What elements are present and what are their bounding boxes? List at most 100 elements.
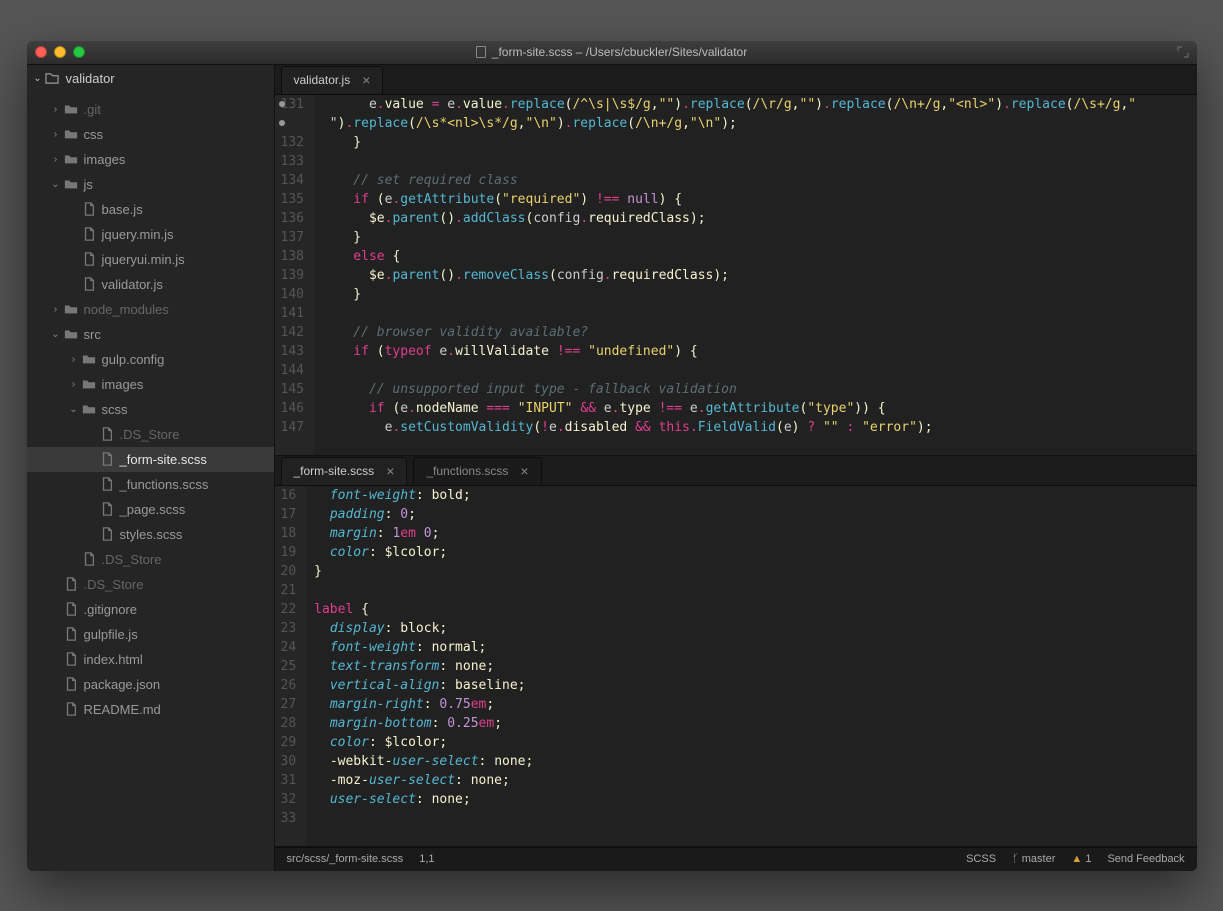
close-icon[interactable]: ×: [520, 463, 528, 479]
code-line[interactable]: [322, 361, 1197, 380]
status-cursor-position[interactable]: 1,1: [419, 853, 434, 865]
code-line[interactable]: margin-bottom: 0.25em;: [314, 714, 1196, 733]
code-line[interactable]: e.setCustomValidity(!e.disabled && this.…: [322, 418, 1197, 437]
code-line[interactable]: [314, 809, 1196, 828]
code-line[interactable]: vertical-align: baseline;: [314, 676, 1196, 695]
zoom-window-button[interactable]: [73, 46, 85, 58]
tree-file[interactable]: _page.scss: [27, 497, 274, 522]
code-line[interactable]: display: block;: [314, 619, 1196, 638]
tree-folder[interactable]: ⌄src: [27, 322, 274, 347]
project-root[interactable]: ⌄ validator: [27, 65, 274, 93]
folder-icon: [63, 302, 79, 316]
tree-file[interactable]: package.json: [27, 672, 274, 697]
status-warnings[interactable]: ▲ 1: [1071, 853, 1091, 865]
tab-bar[interactable]: _form-site.scss× _functions.scss ×: [275, 456, 1197, 486]
code-line[interactable]: else {: [322, 247, 1197, 266]
line-number: 28: [281, 714, 297, 733]
code-line[interactable]: -webkit-user-select: none;: [314, 752, 1196, 771]
code-line[interactable]: font-weight: normal;: [314, 638, 1196, 657]
code-line[interactable]: label {: [314, 600, 1196, 619]
tree-file[interactable]: .DS_Store: [27, 422, 274, 447]
tree-file[interactable]: gulpfile.js: [27, 622, 274, 647]
editor-pane-top: validator.js × 131 1321331341351361371381…: [275, 65, 1197, 456]
chevron-down-icon: ⌄: [67, 404, 81, 415]
tab-label: validator.js: [294, 73, 351, 87]
tree-file[interactable]: .gitignore: [27, 597, 274, 622]
tree-file[interactable]: README.md: [27, 697, 274, 722]
code-line[interactable]: [314, 581, 1196, 600]
line-number: 145: [281, 380, 304, 399]
tree-file[interactable]: styles.scss: [27, 522, 274, 547]
code-line[interactable]: font-weight: bold;: [314, 486, 1196, 505]
tab-label: _functions.scss: [426, 464, 508, 478]
tree-folder[interactable]: ›gulp.config: [27, 347, 274, 372]
line-number: 137: [281, 228, 304, 247]
file-icon: [63, 702, 79, 716]
code-line[interactable]: if (e.nodeName === "INPUT" && e.type !==…: [322, 399, 1197, 418]
fullscreen-icon[interactable]: [1177, 46, 1189, 58]
code-line[interactable]: text-transform: none;: [314, 657, 1196, 676]
tree-folder[interactable]: ›.git: [27, 97, 274, 122]
tree-file[interactable]: jqueryui.min.js: [27, 247, 274, 272]
tree-file[interactable]: jquery.min.js: [27, 222, 274, 247]
tree-file[interactable]: .DS_Store: [27, 572, 274, 597]
code-line[interactable]: // unsupported input type - fallback val…: [322, 380, 1197, 399]
code-line[interactable]: $e.parent().removeClass(config.requiredC…: [322, 266, 1197, 285]
code-editor[interactable]: 161718192021222324252627282930313233 fon…: [275, 486, 1197, 846]
editor-tab[interactable]: _form-site.scss×: [281, 457, 408, 485]
tree-folder[interactable]: ⌄js: [27, 172, 274, 197]
close-icon[interactable]: ×: [362, 72, 370, 88]
code-line[interactable]: color: $lcolor;: [314, 543, 1196, 562]
tab-bar[interactable]: validator.js ×: [275, 65, 1197, 95]
tree-file[interactable]: validator.js: [27, 272, 274, 297]
tree-folder[interactable]: ›node_modules: [27, 297, 274, 322]
code-line[interactable]: // set required class: [322, 171, 1197, 190]
tree-file[interactable]: _form-site.scss: [27, 447, 274, 472]
code-line[interactable]: // browser validity available?: [322, 323, 1197, 342]
tree-folder[interactable]: ›css: [27, 122, 274, 147]
code-line[interactable]: e.value = e.value.replace(/^\s|\s$/g,"")…: [322, 95, 1197, 114]
code-line[interactable]: color: $lcolor;: [314, 733, 1196, 752]
code-line[interactable]: }: [314, 562, 1196, 581]
close-icon[interactable]: ×: [386, 463, 394, 479]
file-tree-sidebar[interactable]: ⌄ validator ›.git›css›images⌄jsbase.jsjq…: [27, 65, 275, 871]
status-git-branch[interactable]: ᚶ master: [1012, 853, 1055, 865]
code-line[interactable]: $e.parent().addClass(config.requiredClas…: [322, 209, 1197, 228]
code-editor[interactable]: 131 132133134135136137138139140141142143…: [275, 95, 1197, 455]
tree-folder[interactable]: ›images: [27, 147, 274, 172]
send-feedback-link[interactable]: Send Feedback: [1107, 853, 1184, 865]
code-line[interactable]: }: [322, 228, 1197, 247]
status-language[interactable]: SCSS: [966, 853, 996, 865]
code-line[interactable]: }: [322, 285, 1197, 304]
status-file-path[interactable]: src/scss/_form-site.scss: [287, 853, 404, 865]
tree-file[interactable]: _functions.scss: [27, 472, 274, 497]
minimize-window-button[interactable]: [54, 46, 66, 58]
code-line[interactable]: user-select: none;: [314, 790, 1196, 809]
code-line[interactable]: margin-right: 0.75em;: [314, 695, 1196, 714]
titlebar[interactable]: _form-site.scss – /Users/cbuckler/Sites/…: [27, 41, 1197, 65]
line-number: 20: [281, 562, 297, 581]
code-line[interactable]: ").replace(/\s*<nl>\s*/g,"\n").replace(/…: [322, 114, 1197, 133]
code-line[interactable]: [322, 152, 1197, 171]
project-name: validator: [66, 71, 115, 86]
code-line[interactable]: [322, 304, 1197, 323]
tree-item-label: src: [84, 327, 101, 342]
code-line[interactable]: if (e.getAttribute("required") !== null)…: [322, 190, 1197, 209]
tree-item-label: package.json: [84, 677, 161, 692]
tree-file[interactable]: base.js: [27, 197, 274, 222]
code-line[interactable]: if (typeof e.willValidate !== "undefined…: [322, 342, 1197, 361]
code-line[interactable]: }: [322, 133, 1197, 152]
tree-file[interactable]: index.html: [27, 647, 274, 672]
editor-pane-bottom: _form-site.scss× _functions.scss × 1617181…: [275, 456, 1197, 847]
code-content[interactable]: font-weight: bold; padding: 0; margin: 1…: [306, 486, 1196, 846]
tree-folder[interactable]: ⌄scss: [27, 397, 274, 422]
code-line[interactable]: padding: 0;: [314, 505, 1196, 524]
code-line[interactable]: margin: 1em 0;: [314, 524, 1196, 543]
close-window-button[interactable]: [35, 46, 47, 58]
tree-file[interactable]: .DS_Store: [27, 547, 274, 572]
code-line[interactable]: -moz-user-select: none;: [314, 771, 1196, 790]
tree-folder[interactable]: ›images: [27, 372, 274, 397]
editor-tab[interactable]: _functions.scss ×: [413, 457, 541, 485]
editor-tab[interactable]: validator.js ×: [281, 66, 384, 94]
code-content[interactable]: e.value = e.value.replace(/^\s|\s$/g,"")…: [314, 95, 1197, 455]
